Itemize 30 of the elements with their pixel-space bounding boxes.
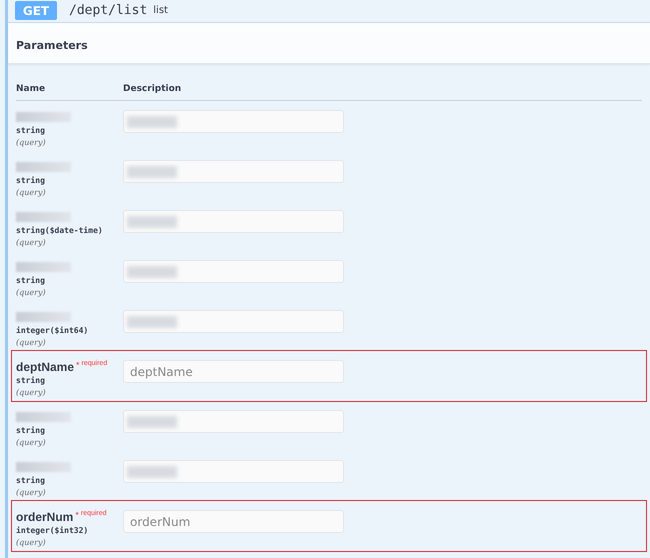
parameter-location: (query) bbox=[16, 387, 47, 399]
endpoint-path: /dept/list bbox=[69, 3, 148, 18]
parameter-type: string($date-time) bbox=[16, 225, 104, 237]
parameter-type: integer($int32) bbox=[16, 525, 90, 537]
parameter-type: string bbox=[16, 125, 46, 137]
parameter-type: string bbox=[16, 275, 46, 287]
parameter-name: deptName bbox=[16, 360, 74, 374]
column-header: Name bbox=[16, 84, 46, 94]
endpoint-summary: list bbox=[153, 5, 168, 16]
parameter-location: (query) bbox=[16, 137, 47, 149]
parameter-location: (query) bbox=[16, 487, 47, 499]
method-badge[interactable]: GET bbox=[15, 1, 57, 20]
parameter-location: (query) bbox=[16, 437, 47, 449]
parameter-type: string bbox=[16, 175, 46, 187]
section-title: Parameters bbox=[16, 39, 88, 52]
parameter-type: string bbox=[16, 375, 46, 387]
parameter-location: (query) bbox=[16, 537, 47, 549]
column-header: Description bbox=[123, 84, 182, 94]
parameter-location: (query) bbox=[16, 187, 47, 199]
required-mark: * bbox=[75, 510, 79, 520]
parameter-name: orderNum bbox=[16, 510, 74, 524]
input-field[interactable]: deptName bbox=[123, 360, 344, 383]
parameter-location: (query) bbox=[16, 237, 47, 249]
required-mark: * bbox=[76, 360, 80, 370]
parameter-location: (query) bbox=[16, 287, 47, 299]
parameter-type: string bbox=[16, 425, 46, 437]
input-field[interactable]: orderNum bbox=[123, 510, 344, 533]
parameter-type: integer($int64) bbox=[16, 325, 90, 337]
parameter-type: string bbox=[16, 475, 46, 487]
parameter-location: (query) bbox=[16, 337, 47, 349]
